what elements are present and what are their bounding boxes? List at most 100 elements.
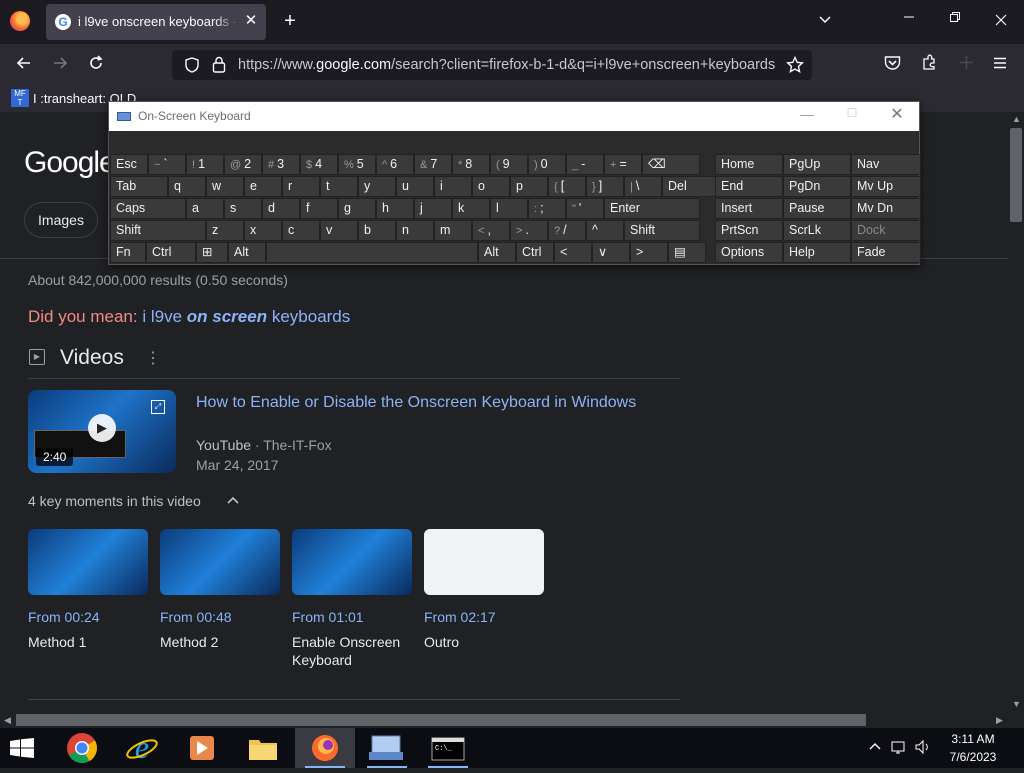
- osk-nav-key[interactable]: PgDn: [783, 176, 851, 197]
- osk-key[interactable]: ▤: [668, 242, 706, 263]
- osk-key[interactable]: f: [300, 198, 338, 219]
- osk-key[interactable]: c: [282, 220, 320, 241]
- firefox-logo-icon[interactable]: [10, 11, 30, 31]
- more-options-icon[interactable]: ⋮: [145, 348, 161, 368]
- osk-key[interactable]: t: [320, 176, 358, 197]
- overflow-puzzle-icon[interactable]: [954, 53, 978, 77]
- video-thumbnail[interactable]: ▶ ⤢ 2:40: [28, 390, 176, 473]
- on-screen-keyboard-taskbar-icon[interactable]: [357, 728, 417, 768]
- scroll-down-arrow-icon[interactable]: ▼: [1012, 699, 1021, 709]
- show-hidden-icons-icon[interactable]: [868, 739, 882, 756]
- osk-key[interactable]: r: [282, 176, 320, 197]
- moment-thumbnail[interactable]: [292, 529, 412, 595]
- osk-key[interactable]: * 8: [452, 154, 490, 175]
- osk-key[interactable]: + =: [604, 154, 642, 175]
- osk-key[interactable]: k: [452, 198, 490, 219]
- osk-key[interactable]: ⌫: [642, 154, 700, 175]
- osk-key[interactable]: :;: [528, 198, 566, 219]
- on-screen-keyboard-window[interactable]: On-Screen Keyboard — ☐ ✕ Esc ~ `! 1 @2 #3 $4% 5…: [108, 101, 921, 265]
- osk-close-button[interactable]: ✕: [887, 104, 907, 126]
- osk-maximize-button[interactable]: ☐: [842, 106, 862, 126]
- osk-key[interactable]: <,: [472, 220, 510, 241]
- new-tab-button[interactable]: +: [280, 11, 300, 31]
- osk-nav-key[interactable]: Options: [715, 242, 783, 263]
- url-text[interactable]: https://www.google.com/search?client=fir…: [238, 57, 778, 73]
- moment-time[interactable]: From 00:24: [28, 609, 100, 625]
- clock-time[interactable]: 3:11 AM: [948, 732, 998, 746]
- osk-key[interactable]: m: [434, 220, 472, 241]
- osk-key[interactable]: ^: [586, 220, 624, 241]
- osk-key[interactable]: (9: [490, 154, 528, 175]
- osk-key[interactable]: Shift: [624, 220, 700, 241]
- osk-key[interactable]: " ': [566, 198, 604, 219]
- osk-key[interactable]: ∨: [592, 242, 630, 263]
- osk-key[interactable]: x: [244, 220, 282, 241]
- osk-key[interactable]: % 5: [338, 154, 376, 175]
- tracking-protection-shield-icon[interactable]: [184, 57, 200, 78]
- clock-date[interactable]: 7/6/2023: [938, 750, 1008, 764]
- moment-time[interactable]: From 00:48: [160, 609, 232, 625]
- osk-nav-key[interactable]: Mv Dn: [851, 198, 921, 219]
- osk-key[interactable]: e: [244, 176, 282, 197]
- osk-nav-key[interactable]: Home: [715, 154, 783, 175]
- osk-key[interactable]: l: [490, 198, 528, 219]
- osk-key[interactable]: Esc: [110, 154, 148, 175]
- osk-nav-key[interactable]: Pause: [783, 198, 851, 219]
- moment-thumbnail[interactable]: [160, 529, 280, 595]
- vertical-scrollbar-thumb[interactable]: [1010, 128, 1022, 222]
- osk-nav-key[interactable]: Mv Up: [851, 176, 921, 197]
- reload-icon[interactable]: [84, 53, 108, 77]
- osk-key[interactable]: _ -: [566, 154, 604, 175]
- osk-key[interactable]: Shift: [110, 220, 206, 241]
- media-player-icon[interactable]: [172, 728, 232, 768]
- horizontal-scrollbar-thumb[interactable]: [16, 714, 866, 726]
- tab-close-icon[interactable]: ✕: [242, 12, 260, 30]
- osk-key[interactable]: >.: [510, 220, 548, 241]
- osk-key[interactable]: ^ 6: [376, 154, 414, 175]
- osk-key[interactable]: Del: [662, 176, 720, 197]
- pocket-icon[interactable]: [880, 53, 904, 77]
- app-menu-icon[interactable]: [988, 53, 1012, 77]
- scroll-left-arrow-icon[interactable]: ◀: [4, 715, 11, 726]
- did-you-mean-link[interactable]: i l9ve on screen keyboards: [142, 307, 350, 326]
- osk-nav-key[interactable]: Nav: [851, 154, 921, 175]
- osk-key[interactable]: q: [168, 176, 206, 197]
- osk-nav-key[interactable]: PrtScn: [715, 220, 783, 241]
- forward-button[interactable]: [48, 53, 72, 77]
- moment-time[interactable]: From 02:17: [424, 609, 496, 625]
- play-icon[interactable]: ▶: [88, 414, 116, 442]
- window-close-button[interactable]: [990, 10, 1012, 32]
- osk-key[interactable]: @2: [224, 154, 262, 175]
- osk-key[interactable]: }]: [586, 176, 624, 197]
- osk-key[interactable]: p: [510, 176, 548, 197]
- osk-key[interactable]: v: [320, 220, 358, 241]
- osk-minimize-button[interactable]: —: [797, 106, 817, 126]
- extensions-icon[interactable]: [917, 53, 941, 77]
- list-all-tabs-icon[interactable]: [815, 12, 835, 32]
- file-explorer-icon[interactable]: [233, 728, 293, 768]
- osk-key[interactable]: Alt: [228, 242, 266, 263]
- osk-key[interactable]: ) 0: [528, 154, 566, 175]
- osk-key[interactable]: g: [338, 198, 376, 219]
- chrome-icon[interactable]: [52, 728, 112, 768]
- osk-key[interactable]: | \: [624, 176, 662, 197]
- osk-key[interactable]: & 7: [414, 154, 452, 175]
- osk-key[interactable]: $4: [300, 154, 338, 175]
- osk-key[interactable]: Caps: [110, 198, 186, 219]
- osk-key[interactable]: o: [472, 176, 510, 197]
- chevron-up-icon[interactable]: [226, 493, 240, 508]
- key-moments-label[interactable]: 4 key moments in this video: [28, 493, 201, 509]
- command-prompt-icon[interactable]: C:\_: [418, 728, 478, 768]
- osk-nav-key[interactable]: ScrLk: [783, 220, 851, 241]
- window-restore-button[interactable]: [944, 10, 966, 32]
- osk-nav-key[interactable]: Insert: [715, 198, 783, 219]
- osk-key[interactable]: ? /: [548, 220, 586, 241]
- bookmark-star-icon[interactable]: [785, 55, 805, 79]
- osk-key[interactable]: i: [434, 176, 472, 197]
- osk-key[interactable]: Ctrl: [146, 242, 196, 263]
- osk-key[interactable]: b: [358, 220, 396, 241]
- osk-key[interactable]: j: [414, 198, 452, 219]
- osk-key[interactable]: {[: [548, 176, 586, 197]
- moment-time[interactable]: From 01:01: [292, 609, 364, 625]
- osk-key[interactable]: Tab: [110, 176, 168, 197]
